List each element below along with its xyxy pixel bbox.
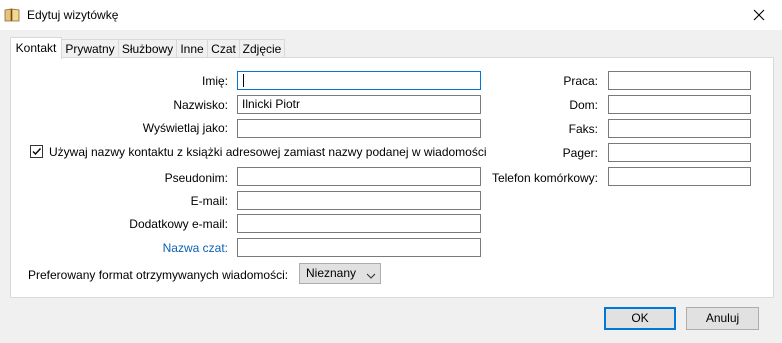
close-icon [753,9,765,21]
cancel-button[interactable]: Anuluj [686,307,759,330]
dodatkowy-email-label: Dodatkowy e-mail: [129,217,228,231]
imie-field[interactable] [237,71,481,90]
title-bar: Edytuj wizytówkę [0,0,782,30]
tab-prywatny[interactable]: Prywatny [61,39,119,58]
tab-czat[interactable]: Czat [207,39,240,58]
format-select-value: Nieznany [306,266,357,280]
praca-label: Praca: [563,74,598,88]
nazwa-czat-label[interactable]: Nazwa czat: [60,241,228,255]
praca-field[interactable] [608,71,751,90]
address-book-icon [4,7,20,23]
wyswietlaj-field[interactable] [237,119,481,138]
format-label: Preferowany format otrzymywanych wiadomo… [28,268,289,282]
chevron-down-icon [366,268,376,287]
wyswietlaj-label: Wyświetlaj jako: [142,121,228,135]
use-name-checkbox-label[interactable]: Używaj nazwy kontaktu z książki adresowe… [49,145,487,159]
tab-sluzbowy[interactable]: Służbowy [118,39,177,58]
faks-label: Faks: [568,122,598,136]
dom-field[interactable] [608,95,751,114]
checkmark-icon [32,148,42,156]
email-label: E-mail: [190,194,228,208]
telefon-komorkowy-field[interactable] [608,167,751,186]
nazwisko-field[interactable]: Ilnicki Piotr [237,95,481,114]
format-select[interactable]: Nieznany [299,263,381,284]
dodatkowy-email-field[interactable] [237,214,481,233]
use-name-checkbox[interactable] [30,145,43,158]
window-title: Edytuj wizytówkę [27,8,119,22]
nazwisko-label: Nazwisko: [173,98,228,112]
email-field[interactable] [237,191,481,210]
telefon-komorkowy-label: Telefon komórkowy: [491,171,598,185]
ok-button[interactable]: OK [604,307,676,330]
tab-zdjecie[interactable]: Zdjęcie [239,39,285,58]
pseudonim-label: Pseudonim: [164,171,228,185]
dom-label: Dom: [569,98,598,112]
tab-inne[interactable]: Inne [176,39,208,58]
nazwa-czat-field[interactable] [237,238,481,257]
imie-label: Imię: [201,74,228,88]
tab-kontakt[interactable]: Kontakt [10,37,62,59]
pseudonim-field[interactable] [237,167,481,186]
close-button[interactable] [736,0,782,30]
text-caret [243,74,244,87]
pager-field[interactable] [608,143,751,162]
pager-label: Pager: [562,146,598,160]
faks-field[interactable] [608,119,751,138]
